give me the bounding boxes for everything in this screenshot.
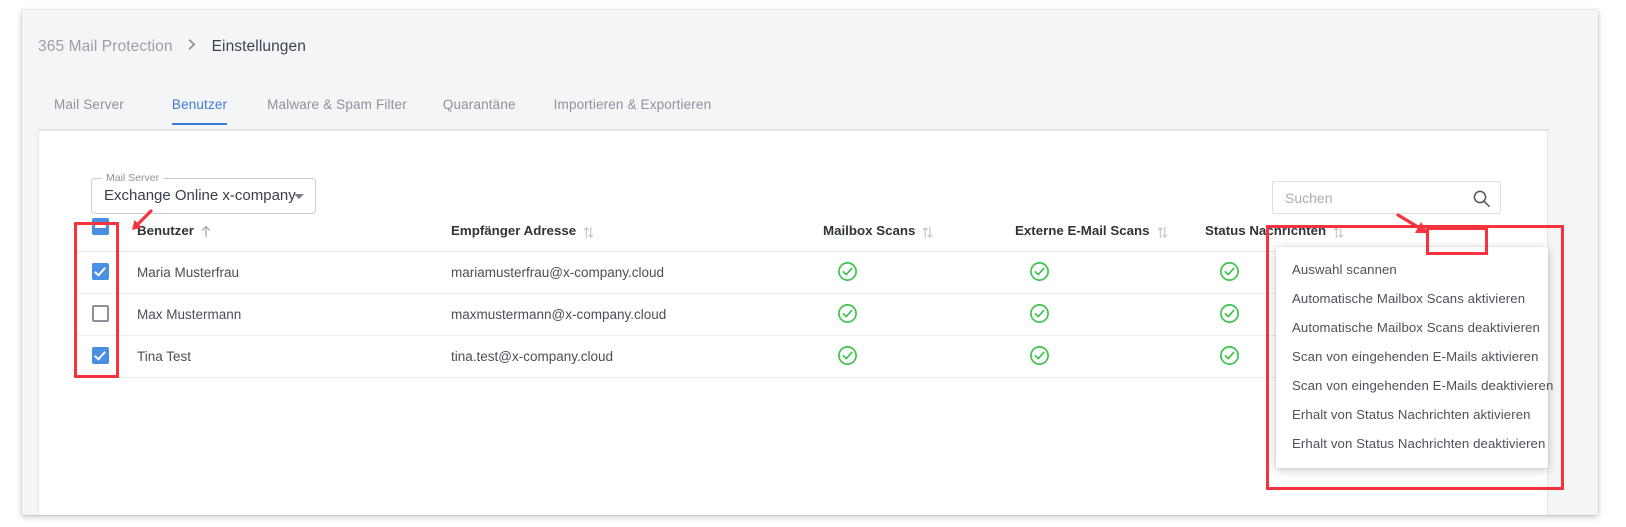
mail-server-select-label: Mail Server <box>102 172 164 184</box>
cell-externe-email-scans <box>1015 335 1205 378</box>
header-select-all[interactable] <box>75 218 137 252</box>
cell-mailbox-scans <box>823 251 1015 294</box>
header-benutzer[interactable]: Benutzer <box>137 218 451 252</box>
cell-externe-email-scans <box>1015 293 1205 336</box>
breadcrumb: 365 Mail Protection Einstellungen <box>38 38 306 56</box>
header-externe-email-scans[interactable]: Externe E-Mail Scans <box>1015 218 1205 252</box>
menu-item-status-nachrichten-aktivieren[interactable]: Erhalt von Status Nachrichten aktivieren <box>1276 400 1548 429</box>
header-externe-email-scans-label: Externe E-Mail Scans <box>1015 223 1150 238</box>
ellipsis-icon[interactable] <box>1405 218 1465 238</box>
cell-benutzer: Max Mustermann <box>137 293 451 336</box>
header-status-nachrichten-label: Status Nachrichten <box>1205 223 1327 238</box>
row-checkbox[interactable] <box>92 346 109 364</box>
check-circle-icon <box>837 303 858 327</box>
cell-externe-email-scans <box>1015 251 1205 294</box>
context-menu: Auswahl scannen Automatische Mailbox Sca… <box>1276 247 1553 468</box>
tab-mail-server[interactable]: Mail Server <box>54 88 124 125</box>
tab-quarantaene[interactable]: Quarantäne <box>443 88 516 125</box>
mail-server-select[interactable]: Mail Server Exchange Online x-company <box>91 172 316 214</box>
cell-mailbox-scans <box>823 293 1015 336</box>
cell-empfaenger-adresse: tina.test@x-company.cloud <box>451 335 823 378</box>
breadcrumb-current: Einstellungen <box>211 38 306 55</box>
check-circle-icon <box>837 345 858 369</box>
cell-empfaenger-adresse: maxmustermann@x-company.cloud <box>451 293 823 336</box>
tab-benutzer[interactable]: Benutzer <box>171 88 228 125</box>
check-circle-icon <box>1219 261 1240 285</box>
check-circle-icon <box>837 261 858 285</box>
menu-item-auto-mailbox-scans-deaktivieren[interactable]: Automatische Mailbox Scans deaktivieren <box>1276 313 1548 342</box>
check-circle-icon <box>1219 303 1240 327</box>
menu-item-status-nachrichten-deaktivieren[interactable]: Erhalt von Status Nachrichten deaktivier… <box>1276 429 1548 458</box>
chevron-right-icon <box>187 38 198 54</box>
sort-both-icon[interactable] <box>1333 226 1344 238</box>
tab-malware-spam-filter[interactable]: Malware & Spam Filter <box>267 88 407 125</box>
row-select-cell[interactable] <box>75 293 137 336</box>
cell-mailbox-scans <box>823 335 1015 378</box>
cell-empfaenger-adresse: mariamusterfrau@x-company.cloud <box>451 251 823 294</box>
row-checkbox[interactable] <box>92 304 109 322</box>
cell-benutzer: Tina Test <box>137 335 451 378</box>
tab-importieren-exportieren[interactable]: Importieren & Exportieren <box>554 88 712 125</box>
check-circle-icon <box>1029 261 1050 285</box>
menu-item-auswahl-scannen[interactable]: Auswahl scannen <box>1276 255 1548 284</box>
search-placeholder: Suchen <box>1285 190 1333 206</box>
chevron-down-icon <box>294 194 304 199</box>
header-mailbox-scans-label: Mailbox Scans <box>823 223 916 238</box>
check-circle-icon <box>1219 345 1240 369</box>
menu-item-auto-mailbox-scans-aktivieren[interactable]: Automatische Mailbox Scans aktivieren <box>1276 284 1548 313</box>
tab-bar: Mail Server Benutzer Malware & Spam Filt… <box>38 88 1550 130</box>
menu-item-scan-eingehende-emails-deaktivieren[interactable]: Scan von eingehenden E-Mails deaktiviere… <box>1276 371 1553 400</box>
header-mailbox-scans[interactable]: Mailbox Scans <box>823 218 1015 252</box>
row-select-cell[interactable] <box>75 335 137 378</box>
sort-both-icon[interactable] <box>583 226 594 238</box>
cell-benutzer: Maria Musterfrau <box>137 251 451 294</box>
check-circle-icon <box>1029 345 1050 369</box>
header-empfaenger-adresse[interactable]: Empfänger Adresse <box>451 218 823 252</box>
row-checkbox[interactable] <box>92 262 109 280</box>
check-circle-icon <box>1029 303 1050 327</box>
search-icon[interactable] <box>1472 189 1491 213</box>
select-all-checkbox[interactable] <box>92 218 109 235</box>
breadcrumb-root[interactable]: 365 Mail Protection <box>38 38 173 56</box>
sort-ascending-icon[interactable] <box>201 225 211 238</box>
app-window: 365 Mail Protection Einstellungen Mail S… <box>22 10 1598 515</box>
row-select-cell[interactable] <box>75 251 137 294</box>
sort-both-icon[interactable] <box>922 226 933 238</box>
menu-item-scan-eingehende-emails-aktivieren[interactable]: Scan von eingehenden E-Mails aktivieren <box>1276 342 1548 371</box>
header-empfaenger-adresse-label: Empfänger Adresse <box>451 223 577 238</box>
search-input[interactable]: Suchen <box>1272 181 1501 214</box>
mail-server-select-value: Exchange Online x-company <box>104 187 296 204</box>
header-benutzer-label: Benutzer <box>137 223 194 238</box>
sort-both-icon[interactable] <box>1157 226 1167 238</box>
